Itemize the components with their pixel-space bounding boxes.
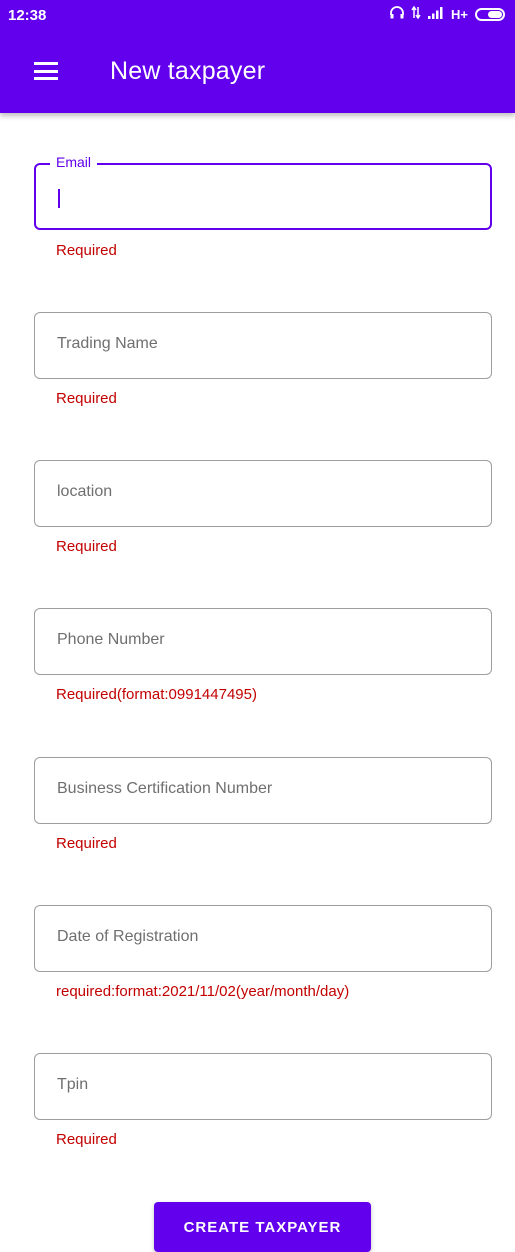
phone-number-field[interactable]: Phone Number: [34, 608, 492, 675]
business-certification-number-field[interactable]: Business Certification Number: [34, 757, 492, 824]
trading-name-label: Trading Name: [57, 335, 158, 352]
phone-number-label: Phone Number: [57, 631, 165, 648]
email-label: Email: [50, 154, 98, 170]
create-taxpayer-button[interactable]: CREATE TAXPAYER: [154, 1202, 371, 1252]
status-bar: 12:38 H+: [0, 0, 515, 33]
date-of-registration-error: required:format:2021/11/02(year/month/da…: [56, 983, 350, 1000]
app-bar: New taxpayer: [0, 33, 515, 113]
signal-icon: [428, 6, 444, 22]
battery-icon: [475, 7, 505, 21]
trading-name-error: Required: [56, 390, 117, 407]
trading-name-field[interactable]: Trading Name: [34, 312, 492, 379]
business-certification-number-error: Required: [56, 835, 117, 852]
tpin-label: Tpin: [57, 1076, 89, 1093]
status-time: 12:38: [8, 7, 47, 24]
headphones-icon: [390, 6, 404, 22]
location-field[interactable]: location: [34, 460, 492, 527]
date-of-registration-field[interactable]: Date of Registration: [34, 905, 492, 972]
location-error: Required: [56, 538, 117, 555]
tpin-field[interactable]: Tpin: [34, 1053, 492, 1120]
location-label: location: [57, 483, 113, 500]
data-arrows-icon: [411, 5, 421, 22]
page-title: New taxpayer: [110, 57, 266, 85]
text-cursor: [58, 189, 60, 208]
email-field[interactable]: Email: [34, 154, 492, 230]
tpin-error: Required: [56, 1131, 117, 1148]
status-icons: H+: [390, 5, 505, 22]
date-of-registration-label: Date of Registration: [57, 928, 199, 945]
phone-number-error: Required(format:0991447495): [56, 686, 257, 703]
network-type-icon: H+: [451, 6, 468, 22]
menu-icon[interactable]: [34, 62, 58, 80]
email-error: Required: [56, 242, 117, 259]
business-certification-number-label: Business Certification Number: [57, 780, 273, 797]
